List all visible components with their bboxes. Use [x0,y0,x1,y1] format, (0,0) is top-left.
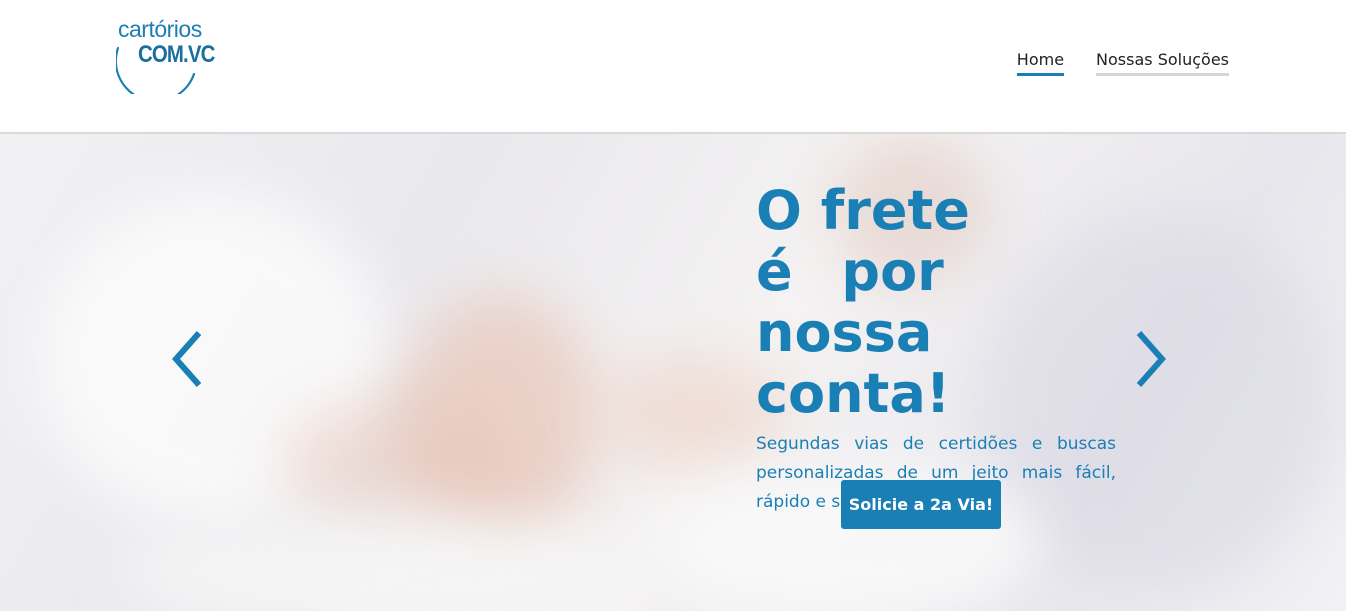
headline-line-3: conta! [756,362,951,425]
chevron-left-icon [171,331,202,387]
request-second-copy-button[interactable]: Solicie a 2a Via! [841,480,1001,529]
hero-headline: O frete é por nossa conta! [756,180,1116,424]
carousel-next-button[interactable] [1131,324,1171,394]
hero-caption: O frete é por nossa conta! Segundas vias… [756,180,1116,517]
logo-text-bottom: COM.VC [138,41,215,68]
hero-photo-blur [280,394,520,534]
site-header: cartórios COM.VC Home Nossas Soluções [0,0,1346,134]
hero-carousel: O frete é por nossa conta! Segundas vias… [0,134,1346,611]
logo[interactable]: cartórios COM.VC [116,16,215,94]
headline-line-2: é por nossa [756,240,944,364]
main-nav: Home Nossas Soluções [1016,50,1229,76]
chevron-right-icon [1136,331,1167,387]
nav-nossas-solucoes[interactable]: Nossas Soluções [1096,50,1229,76]
nav-home[interactable]: Home [1016,50,1065,76]
carousel-prev-button[interactable] [167,324,207,394]
headline-line-1: O frete [756,179,970,242]
logo-text-top: cartórios [118,16,202,42]
